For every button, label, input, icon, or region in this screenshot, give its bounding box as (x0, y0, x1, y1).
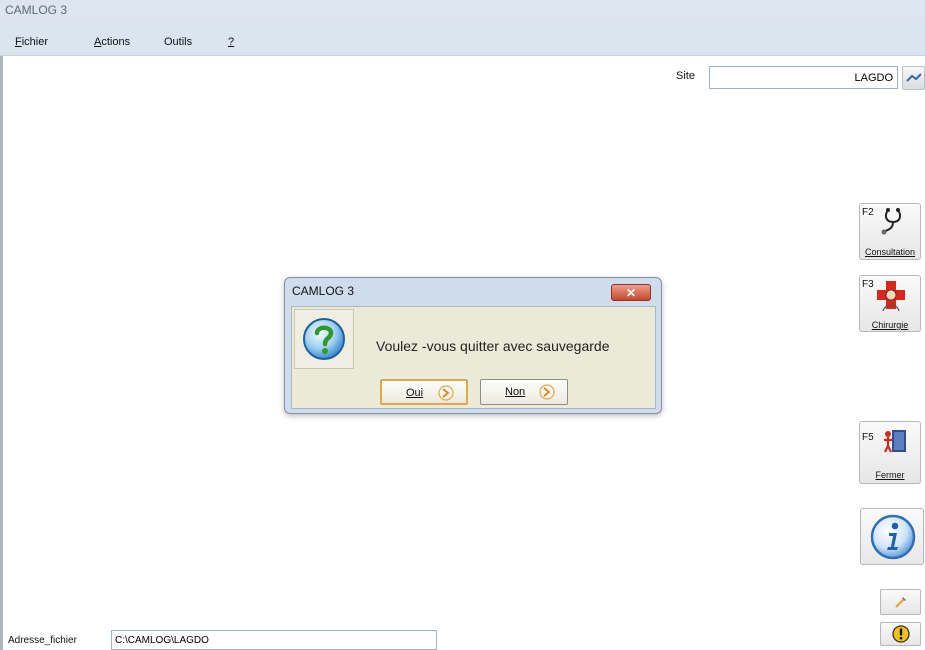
fermer-label: Fermer (875, 470, 905, 480)
window-titlebar: CAMLOG 3 (0, 0, 925, 22)
dialog-body: Voulez -vous quitter avec sauvegarde Oui… (291, 306, 656, 409)
info-button[interactable] (860, 508, 924, 565)
dialog-message: Voulez -vous quitter avec sauvegarde (376, 338, 610, 354)
menu-fichier-rest: ichier (21, 36, 49, 48)
warning-button[interactable] (880, 622, 921, 646)
tool-button[interactable] (880, 589, 921, 615)
address-label: Adresse_fichier (8, 635, 77, 646)
menu-actions[interactable]: Actions (94, 36, 130, 48)
menu-fichier[interactable]: Fichier (15, 36, 48, 48)
yes-button[interactable]: Oui (380, 379, 468, 405)
stethoscope-icon (881, 208, 902, 235)
menu-bar: Fichier Actions Outils ? (0, 22, 925, 56)
window-left-border (0, 56, 3, 650)
site-select-icon (906, 73, 922, 82)
menu-fichier-accel: F (15, 36, 22, 48)
chevron-right-icon (438, 385, 454, 401)
info-icon (870, 514, 916, 560)
fermer-button[interactable]: F5 Fermer (859, 421, 921, 484)
consultation-key: F2 (862, 207, 874, 218)
menu-outils-label: Outils (164, 36, 193, 48)
consultation-button[interactable]: F2 Consultation (859, 203, 921, 260)
no-button[interactable]: Non (480, 379, 568, 405)
question-icon (303, 318, 345, 360)
address-input[interactable] (111, 630, 437, 650)
menu-help[interactable]: ? (228, 36, 234, 48)
site-label: Site (676, 70, 695, 82)
chirurgie-button[interactable]: F3 Chirurgie (859, 275, 921, 332)
chirurgie-key: F3 (862, 279, 874, 290)
confirm-dialog: CAMLOG 3 ✕ Voulez -vous quitter avec sau… (284, 277, 662, 414)
fermer-key: F5 (862, 432, 874, 443)
warning-icon (892, 625, 910, 643)
surgeon-icon (877, 281, 905, 312)
site-input[interactable] (709, 66, 898, 89)
tool-icon (895, 597, 906, 608)
consultation-label: Consultation (864, 247, 916, 257)
no-button-label: Non (505, 386, 526, 398)
window-title: CAMLOG 3 (5, 3, 68, 17)
question-icon-frame (294, 309, 354, 369)
site-select-button[interactable] (902, 66, 925, 90)
menu-help-accel: ? (228, 36, 235, 48)
yes-button-label: Oui (406, 387, 424, 399)
menu-outils[interactable]: Outils (164, 36, 192, 48)
close-icon: ✕ (625, 286, 637, 300)
menu-actions-rest: ctions (101, 36, 131, 48)
chevron-right-icon (539, 384, 555, 400)
chirurgie-label: Chirurgie (871, 320, 909, 330)
exit-door-icon (884, 430, 906, 453)
dialog-title: CAMLOG 3 (292, 284, 355, 298)
dialog-close-button[interactable]: ✕ (611, 284, 651, 301)
